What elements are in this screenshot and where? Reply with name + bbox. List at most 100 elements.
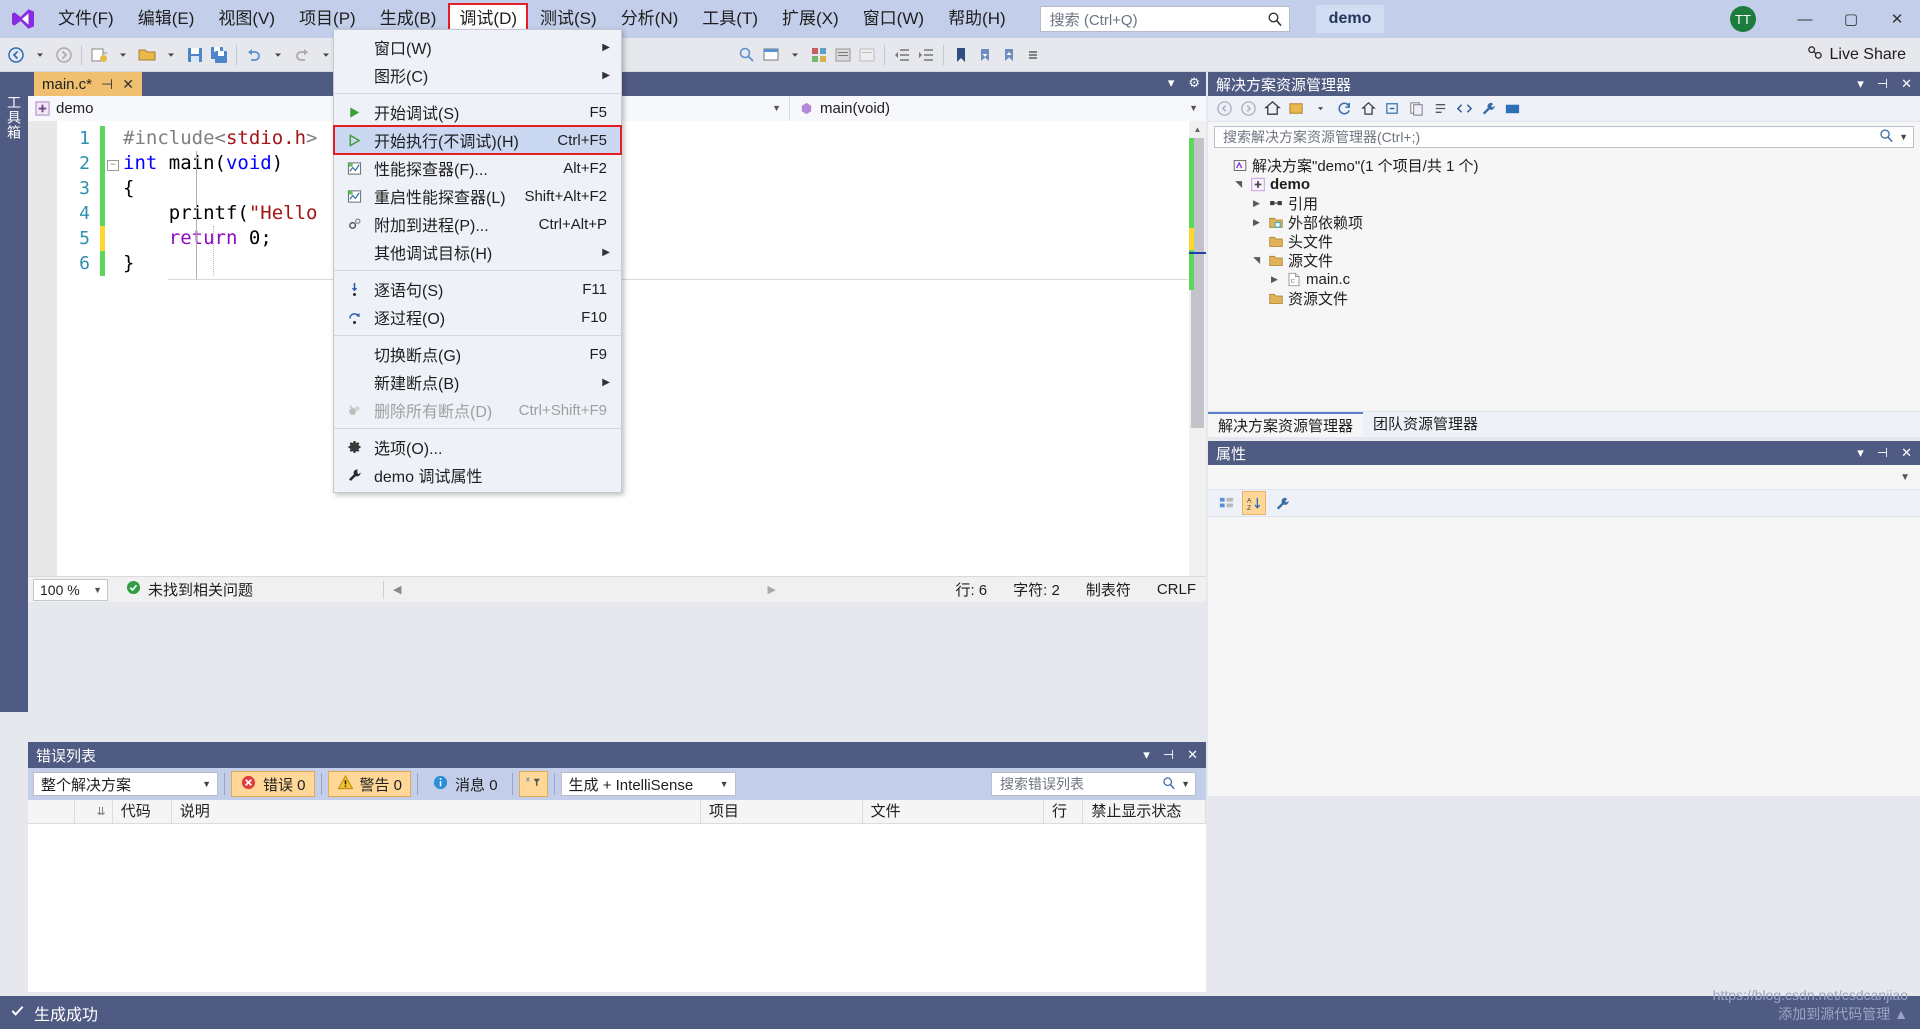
code-view-icon[interactable] — [1453, 98, 1475, 120]
chevron-down-icon[interactable]: ▼ — [1181, 779, 1190, 789]
magnifier-icon[interactable] — [1162, 776, 1176, 793]
panel-dropdown-icon[interactable]: ▾ — [1857, 76, 1864, 92]
debug-dropdown-menu[interactable]: 窗口(W) ▶ 图形(C) ▶ 开始调试(S) F5 开始执行(不调试)(H) Ctrl+F5… — [333, 29, 622, 493]
pin-icon[interactable]: ⊣ — [1163, 747, 1174, 763]
pin-icon[interactable]: ⊣ — [1877, 445, 1888, 461]
increase-indent-icon[interactable] — [914, 42, 938, 68]
navigate-forward-icon[interactable] — [52, 42, 76, 68]
chevron-down-icon[interactable]: ▼ — [772, 103, 781, 113]
menu-item-开始调试S[interactable]: 开始调试(S) F5 — [334, 98, 621, 126]
tab-solution-explorer[interactable]: 解决方案资源管理器 — [1208, 412, 1364, 437]
wrench-icon[interactable] — [1477, 98, 1499, 120]
home-icon[interactable] — [1261, 98, 1283, 120]
open-file-icon[interactable] — [135, 42, 159, 68]
pin-icon[interactable]: ⊣ — [101, 76, 113, 93]
tab-list-chevron-icon[interactable]: ▾ — [1168, 75, 1175, 91]
chevron-expanded-icon[interactable]: ◢ — [1251, 254, 1262, 267]
home-view-icon[interactable] — [1357, 98, 1379, 120]
errors-filter-button[interactable]: 错误 0 — [231, 771, 315, 797]
new-project-icon[interactable] — [87, 42, 111, 68]
close-icon[interactable]: ✕ — [1901, 445, 1912, 461]
properties-icon[interactable] — [1270, 491, 1294, 515]
live-share-button[interactable]: Live Share — [1806, 44, 1906, 66]
menu-item-选项O[interactable]: 选项(O)... — [334, 433, 621, 461]
navbar-member-combo[interactable]: main(void) ▼ — [790, 95, 1206, 121]
forward-icon[interactable] — [1237, 98, 1259, 120]
global-search-input[interactable]: 搜索 (Ctrl+Q) — [1039, 6, 1290, 32]
code-line[interactable]: 6} — [28, 251, 318, 276]
save-all-icon[interactable] — [207, 42, 231, 68]
chevron-down-icon[interactable]: ▼ — [1189, 103, 1198, 113]
scroll-up-arrow-icon[interactable]: ▲ — [1189, 121, 1206, 137]
menu-item-切换断点G[interactable]: 切换断点(G) F9 — [334, 340, 621, 368]
chevron-collapsed-icon[interactable]: ▶ — [1268, 274, 1281, 285]
chevron-collapsed-icon[interactable]: ▶ — [1250, 198, 1263, 209]
solution-explorer-search-input[interactable]: 搜索解决方案资源管理器(Ctrl+;) ▼ — [1214, 126, 1914, 148]
project-name-chip[interactable]: demo — [1315, 5, 1385, 33]
uncomment-selection-icon[interactable] — [855, 42, 879, 68]
toolbox-palette-icon[interactable] — [807, 42, 831, 68]
menu-item-图形C[interactable]: 图形(C) ▶ — [334, 61, 621, 89]
navigate-backward-icon[interactable] — [4, 42, 28, 68]
menu-tools[interactable]: 工具(T) — [690, 0, 770, 38]
avatar[interactable]: TT — [1730, 6, 1756, 32]
navigate-backward-dropdown-icon[interactable] — [28, 42, 52, 68]
bookmark-icon[interactable] — [949, 42, 973, 68]
messages-filter-button[interactable]: 消息 0 — [424, 771, 506, 797]
tree-node[interactable]: ◢ 源文件 — [1214, 251, 1920, 270]
tree-node[interactable]: 头文件 — [1214, 232, 1920, 251]
menu-item-逐过程O[interactable]: 逐过程(O) F10 — [334, 303, 621, 331]
toolbar-overflow-icon[interactable] — [1021, 42, 1045, 68]
menu-view[interactable]: 视图(V) — [206, 0, 287, 38]
back-icon[interactable] — [1213, 98, 1235, 120]
chevron-down-icon[interactable]: ▼ — [1900, 472, 1910, 483]
code-line[interactable]: 3{ — [28, 176, 318, 201]
window-layout-dropdown-icon[interactable] — [783, 42, 807, 68]
status-scroll-right-icon[interactable]: ▶ — [768, 583, 776, 596]
collapse-all-icon[interactable] — [1381, 98, 1403, 120]
panel-dropdown-icon[interactable]: ▾ — [1857, 445, 1864, 461]
editor-vertical-scrollbar[interactable]: ▲ — [1189, 121, 1206, 576]
column-header-blank[interactable] — [28, 799, 76, 824]
column-header-project[interactable]: 项目 — [701, 799, 863, 824]
pin-icon[interactable]: ⊣ — [1877, 76, 1888, 92]
column-header-sort[interactable]: ⇊ — [75, 799, 113, 824]
tree-node[interactable]: ▶ 外部依赖项 — [1214, 213, 1920, 232]
categorized-icon[interactable] — [1214, 491, 1238, 515]
save-icon[interactable] — [183, 42, 207, 68]
pending-changes-dropdown-icon[interactable] — [1309, 98, 1331, 120]
menu-item-其他调试目标H[interactable]: 其他调试目标(H) ▶ — [334, 238, 621, 266]
code-line[interactable]: 2− int main(void) — [28, 151, 318, 176]
error-list-body[interactable] — [28, 856, 1206, 992]
menu-file[interactable]: 文件(F) — [46, 0, 126, 38]
decrease-indent-icon[interactable] — [890, 42, 914, 68]
menu-item-窗口W[interactable]: 窗口(W) ▶ — [334, 33, 621, 61]
menu-item-逐语句S[interactable]: 逐语句(S) F11 — [334, 275, 621, 303]
menu-window[interactable]: 窗口(W) — [851, 0, 936, 38]
undo-dropdown-icon[interactable] — [266, 42, 290, 68]
window-layout-icon[interactable] — [759, 42, 783, 68]
tab-team-explorer[interactable]: 团队资源管理器 — [1363, 412, 1489, 437]
refresh-icon[interactable] — [1333, 98, 1355, 120]
chevron-expanded-icon[interactable]: ◢ — [1233, 178, 1244, 191]
status-scroll-left-icon[interactable]: ◀ — [393, 583, 401, 596]
column-header-suppression[interactable]: 禁止显示状态 — [1083, 799, 1206, 824]
magnifier-icon[interactable] — [1879, 128, 1894, 146]
code-line[interactable]: 5 return 0; — [28, 226, 318, 251]
column-header-file[interactable]: 文件 — [863, 799, 1045, 824]
close-icon[interactable]: ✕ — [1187, 747, 1198, 763]
build-intellisense-combo[interactable]: 生成 + IntelliSense ▼ — [560, 772, 736, 796]
chevron-collapsed-icon[interactable]: ▶ — [1250, 217, 1263, 228]
properties-object-combo[interactable]: ▼ — [1208, 465, 1920, 489]
solution-tree[interactable]: 解决方案"demo"(1 个项目/共 1 个) ◢ demo ▶ 引用 ▶ 外部依赖项 头文件… — [1208, 152, 1920, 308]
alphabetical-icon[interactable]: AZ — [1242, 491, 1266, 515]
previous-bookmark-icon[interactable] — [973, 42, 997, 68]
menu-item-新建断点B[interactable]: 新建断点(B) ▶ — [334, 368, 621, 396]
open-file-dropdown-icon[interactable] — [159, 42, 183, 68]
error-scope-combo[interactable]: 整个解决方案 ▼ — [33, 772, 218, 796]
code-line[interactable]: 1 #include<stdio.h> — [28, 126, 318, 151]
panel-dropdown-icon[interactable]: ▾ — [1143, 747, 1150, 763]
close-button[interactable]: ✕ — [1874, 0, 1920, 38]
fold-toggle-icon[interactable]: − — [105, 151, 121, 176]
tree-node[interactable]: 解决方案"demo"(1 个项目/共 1 个) — [1214, 156, 1920, 175]
